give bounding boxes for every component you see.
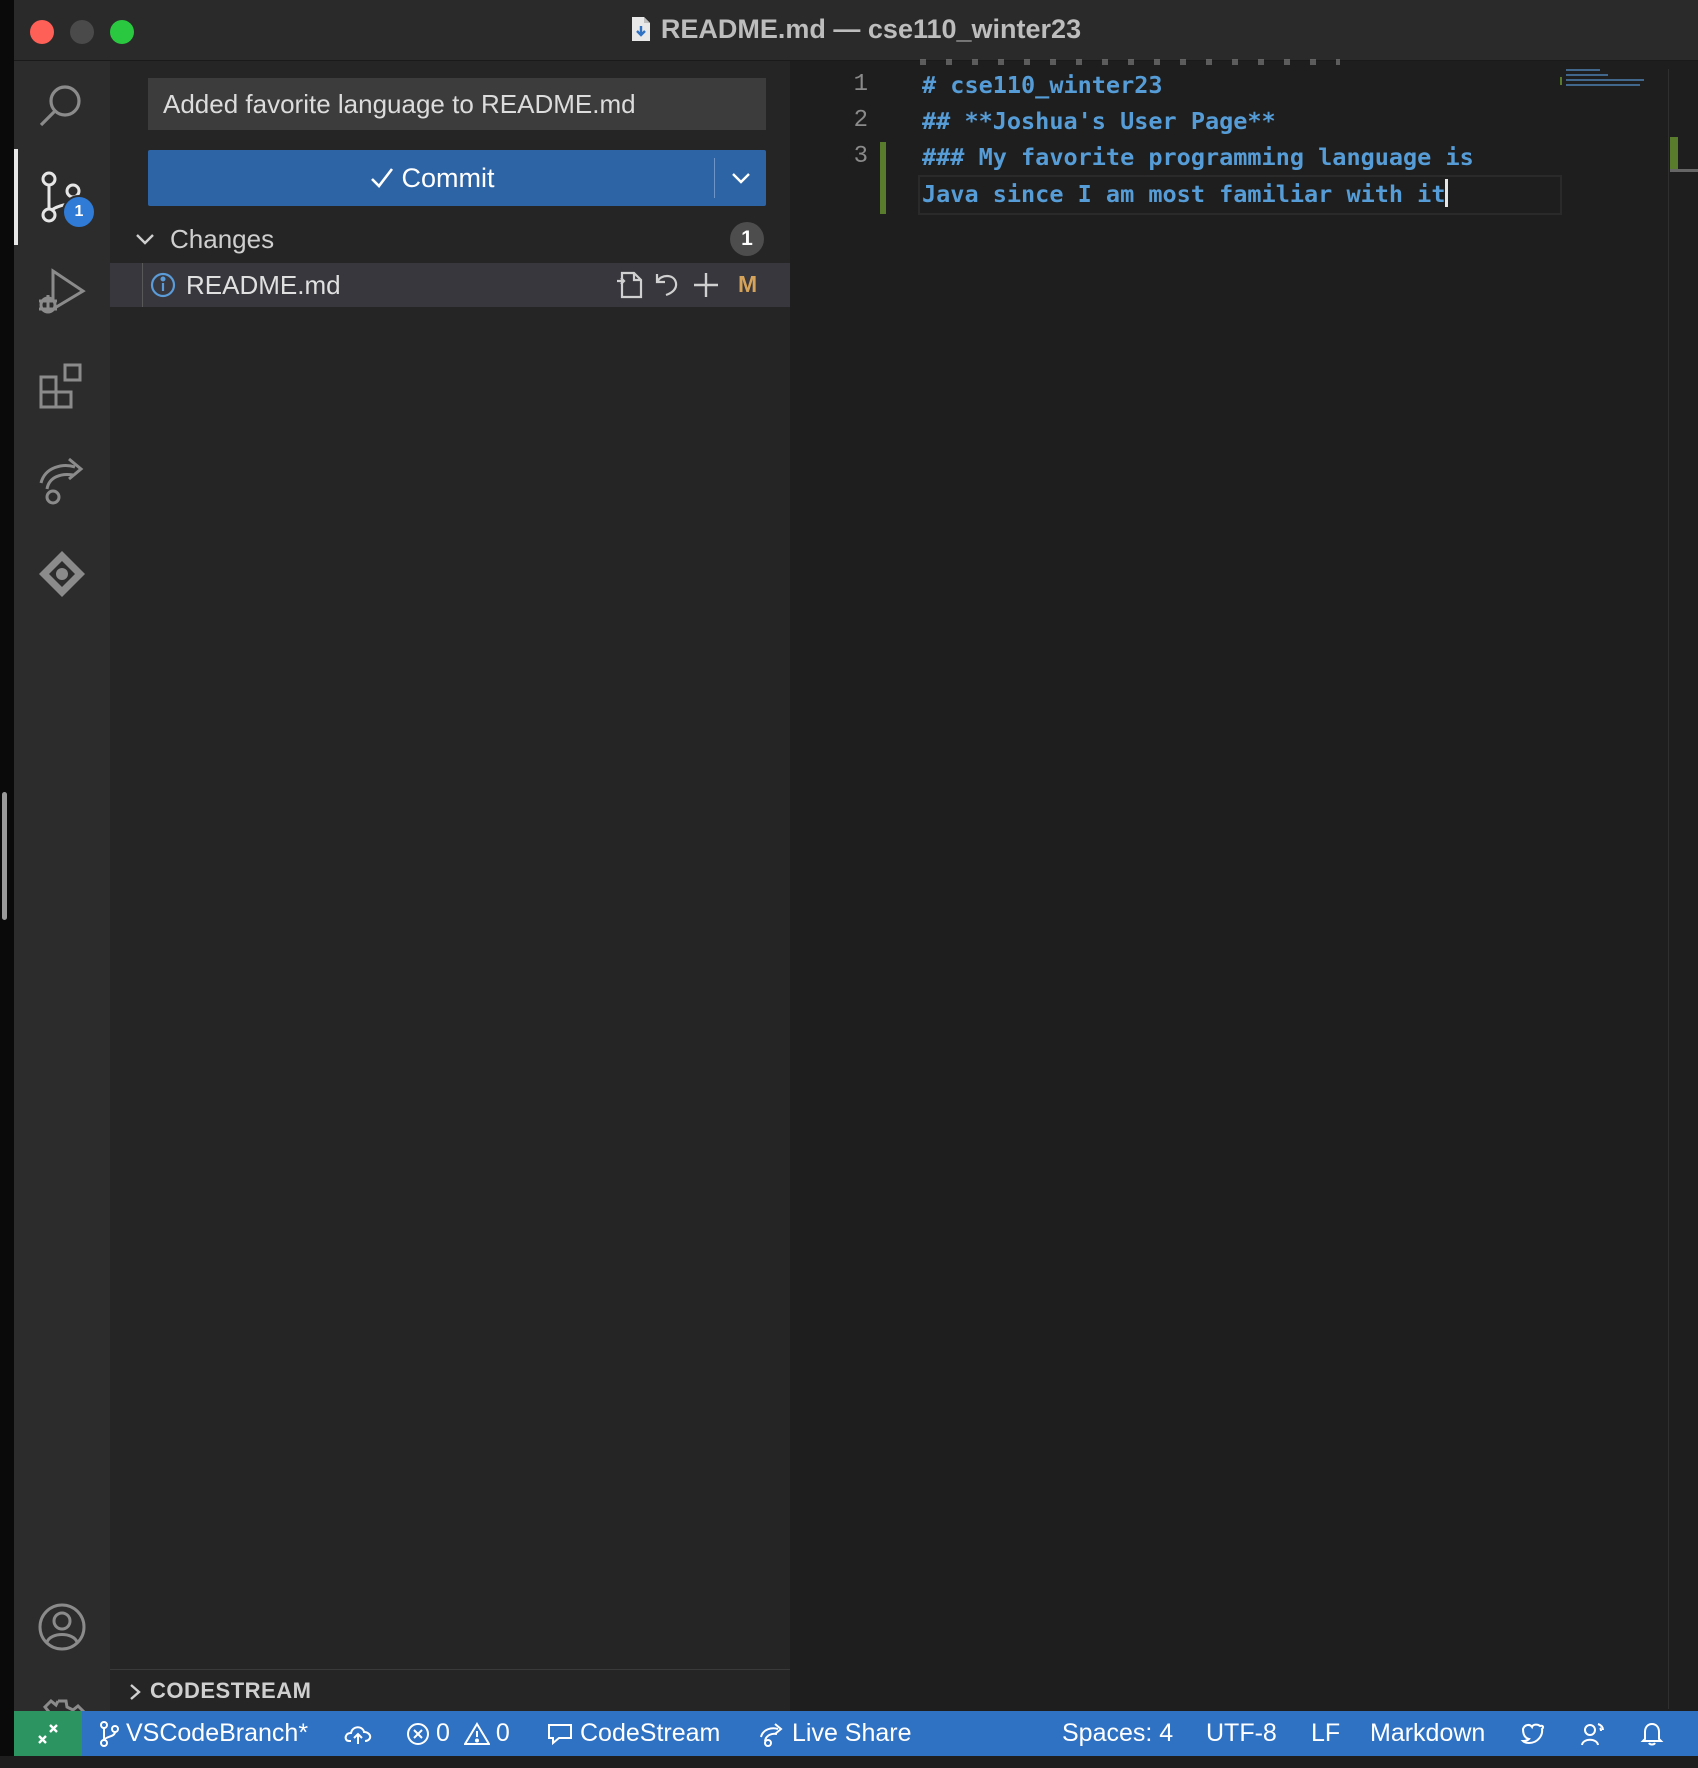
activity-codestream[interactable] [14,529,110,619]
status-bar: VSCodeBranch* 0 0 CodeStream Live Share … [14,1711,1698,1756]
warning-icon [463,1721,490,1745]
live-share-icon [39,457,84,505]
scrollbar-cursor-marker [1670,169,1698,172]
branch-status[interactable]: VSCodeBranch* [98,1711,308,1756]
code-line-wrapped: Java since I am most familiar with it [922,179,1449,208]
checkmark-icon [370,168,393,188]
live-share-icon [760,1722,783,1747]
live-share-label: Live Share [792,1719,912,1747]
run-debug-icon [39,268,86,314]
minimap-diff-marker [1560,77,1562,85]
window-edge [0,0,14,1756]
commit-button[interactable]: Commit [148,150,714,206]
codestream-section-header[interactable]: CODESTREAM [110,1669,790,1712]
activity-accounts[interactable] [14,1582,110,1672]
activity-live-share[interactable] [14,435,110,525]
scrollbar-diff-marker [1670,137,1678,171]
chevron-down-icon [136,234,154,245]
open-file-icon[interactable] [614,269,646,301]
codestream-label: CodeStream [580,1719,721,1747]
commit-options-dropdown[interactable] [715,150,766,206]
source-control-badge: 1 [62,195,96,229]
encoding-status[interactable]: UTF-8 [1206,1711,1277,1756]
text-cursor [1445,179,1449,207]
codestream-section-label: CODESTREAM [150,1678,312,1703]
activity-search[interactable] [14,61,110,151]
cloud-upload-icon [344,1725,372,1744]
scrolled-text-fade [920,55,1340,67]
commit-button-group: Commit [148,150,766,206]
person-broadcast-icon [1581,1722,1604,1745]
eol-status[interactable]: LF [1311,1711,1340,1756]
activity-extensions[interactable] [14,341,110,431]
error-count: 0 [436,1719,450,1747]
file-status-modified: M [738,271,758,297]
language-mode-status[interactable]: Markdown [1370,1711,1485,1756]
codestream-icon [39,551,85,597]
stage-changes-icon[interactable] [690,269,722,301]
editor-scrollbar-track[interactable] [1668,69,1669,1709]
info-icon [150,272,176,298]
tree-indent-guide [142,263,143,307]
bell-icon [1640,1722,1664,1745]
line-number: 2 [853,107,868,134]
code-line-text: Java since I am most familiar with it [922,180,1446,208]
remote-icon [38,1723,58,1744]
code-line: ### My favorite programming language is [922,143,1474,171]
changes-count-badge: 1 [730,222,764,256]
markdown-file-icon [631,17,650,41]
chevron-right-icon [130,1684,141,1700]
tweet-feedback-button[interactable] [1520,1711,1552,1756]
branch-name: VSCodeBranch* [126,1719,309,1747]
search-icon [39,85,81,127]
window-title: README.md — cse110_winter23 [660,14,1082,44]
line-number: 1 [853,71,868,98]
edge-scroll-indicator [2,792,7,920]
minimap[interactable] [1560,69,1656,93]
activity-source-control[interactable]: 1 [14,149,110,245]
activity-run-debug[interactable] [14,247,110,337]
changes-label: Changes [170,224,275,254]
error-icon [407,1722,429,1745]
code-line: ## **Joshua's User Page** [922,107,1276,135]
commit-button-label: Commit [401,162,495,193]
source-control-panel: Added favorite language to README.md Com… [110,61,790,1711]
changed-file-name: README.md [186,270,341,300]
indentation-status[interactable]: Spaces: 4 [1062,1711,1173,1756]
live-share-status[interactable]: Live Share [758,1711,912,1756]
chevron-down-icon [731,173,750,184]
warning-count: 0 [495,1719,510,1747]
comment-icon [548,1723,572,1745]
diff-added-indicator [880,142,886,214]
problems-status[interactable]: 0 0 [406,1711,510,1756]
commit-message-input[interactable]: Added favorite language to README.md [148,78,766,130]
feedback-icon [1520,1723,1545,1744]
branch-icon [100,1720,119,1747]
extensions-icon [39,363,82,409]
notifications-button[interactable] [1640,1711,1670,1756]
line-number: 3 [853,143,868,170]
discard-changes-icon[interactable] [652,269,684,301]
editor-pane[interactable]: 1 2 3 # cse110_winter23 ## **Joshua's Us… [790,59,1698,1711]
remote-indicator-button[interactable] [14,1711,82,1756]
title-bar: README.md — cse110_winter23 [14,0,1698,61]
activity-bar: 1 [14,61,110,1748]
changes-group-header[interactable]: Changes 1 [110,216,790,262]
live-share-participants-button[interactable] [1580,1711,1614,1756]
window-title-container: README.md — cse110_winter23 [14,14,1698,45]
sync-button[interactable] [344,1711,378,1756]
changed-file-row[interactable]: README.md M [110,263,790,307]
codestream-status[interactable]: CodeStream [546,1711,720,1756]
code-line: # cse110_winter23 [922,71,1163,99]
account-icon [38,1603,86,1651]
